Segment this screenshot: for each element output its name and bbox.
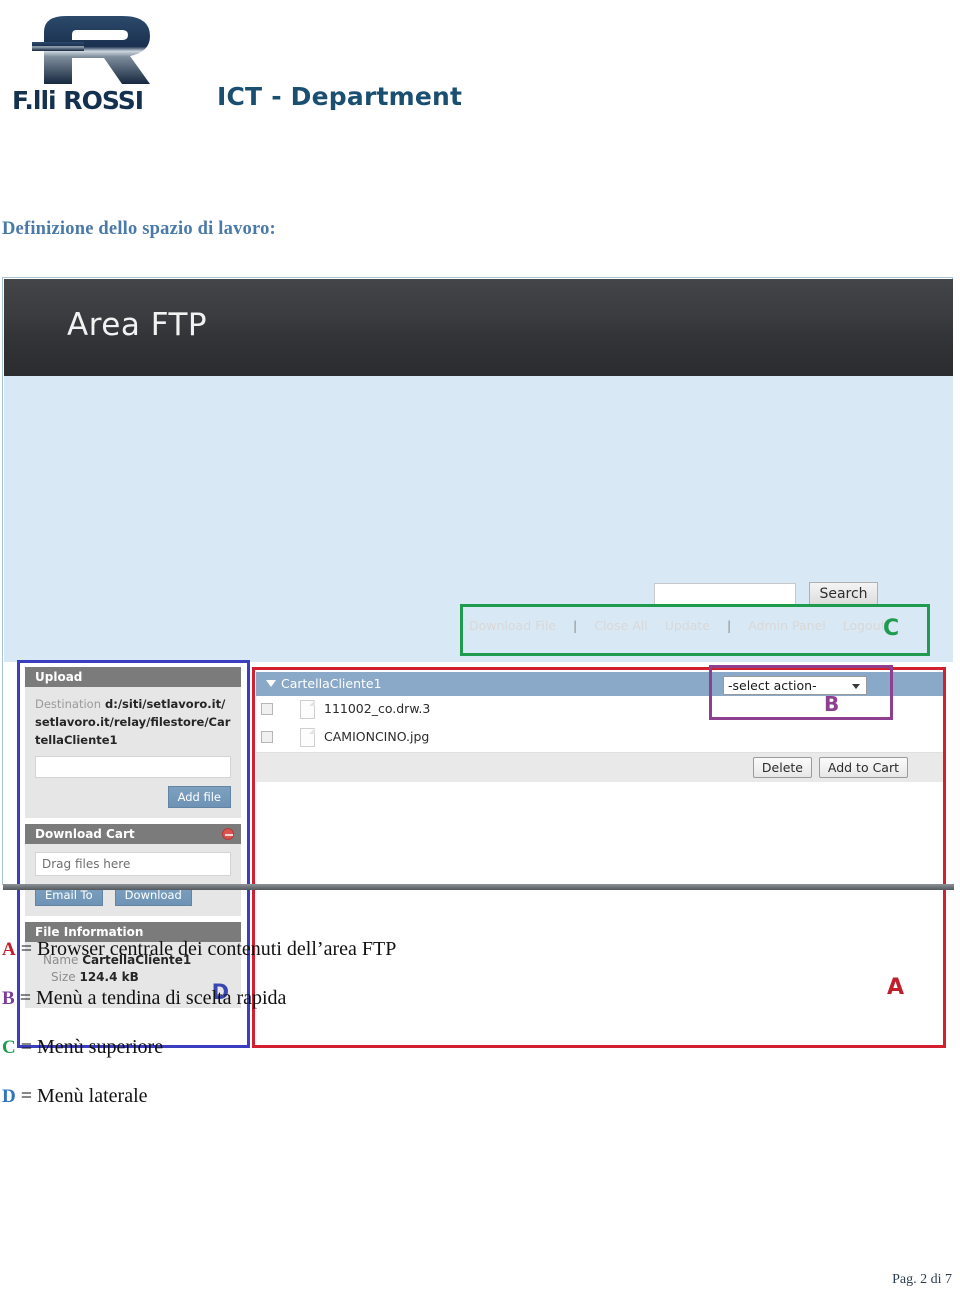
screenshot-bottom-bar [3,884,954,890]
legend-text-b: Menù a tendina di scelta rapida [35,987,287,1009]
legend-item-a: A = Browser centrale dei contenuti dell’… [2,925,602,974]
document-header: F.lli ROSSI ICT - Department [0,0,960,160]
embedded-screenshot: Area FTP Search Download File | Close Al… [2,277,954,1048]
legend-eq-c: = [20,1036,33,1058]
document-page: F.lli ROSSI ICT - Department Definizione… [0,0,960,1308]
annotation-label-a: A [887,975,905,1000]
department-title: ICT - Department [217,82,463,111]
search-input[interactable] [654,583,796,605]
annotation-box-b [709,665,893,720]
legend-eq-b: = [19,987,31,1009]
app-topbar: Area FTP [4,279,953,376]
legend-key-d: D [2,1086,16,1107]
legend-key-b: B [2,988,15,1009]
search-button[interactable]: Search [809,582,878,606]
company-logo: F.lli ROSSI [8,8,188,123]
legend-item-b: B = Menù a tendina di scelta rapida [2,974,602,1023]
legend-text-c: Menù superiore [37,1036,164,1058]
app-title: Area FTP [67,307,208,343]
legend-text-d: Menù laterale [37,1085,148,1107]
legend-eq-a: = [20,938,33,960]
legend-item-d: D = Menù laterale [2,1072,602,1121]
legend-key-a: A [2,939,16,960]
legend-key-c: C [2,1037,16,1058]
legend-item-c: C = Menù superiore [2,1023,602,1072]
annotation-label-b: B [824,692,840,716]
page-footer: Pag. 2 di 7 [892,1272,952,1287]
logo-wordmark: F.lli ROSSI [12,86,144,115]
legend: A = Browser centrale dei contenuti dell’… [2,925,602,1121]
legend-eq-d: = [20,1085,33,1107]
legend-text-a: Browser centrale dei contenuti dell’area… [37,938,397,960]
annotation-box-c [460,604,930,656]
annotation-label-c: C [883,616,900,641]
section-heading: Definizione dello spazio di lavoro: [2,219,276,239]
fr-monogram-icon [32,16,150,84]
